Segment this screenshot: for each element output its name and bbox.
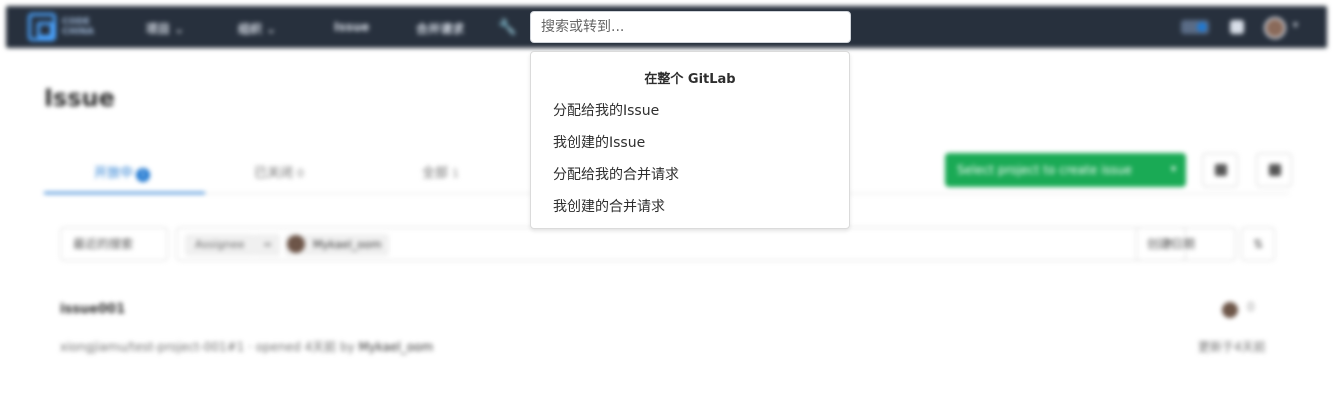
tab-closed-label: 已关闭 (254, 166, 294, 181)
filter-token-key[interactable]: Assignee (185, 234, 255, 256)
tab-open-count: 1 (136, 168, 151, 182)
tab-all[interactable]: 全部 1 (422, 162, 459, 181)
rss-icon (1215, 164, 1227, 176)
nav-issues[interactable]: Issue (334, 20, 369, 34)
menu-item-created-issues[interactable]: 我创建的Issue (553, 132, 645, 152)
tab-all-count: 1 (452, 167, 460, 180)
tab-closed-count: 0 (297, 167, 305, 180)
tab-open-label: 开放中 (94, 166, 134, 181)
dropdown-header: 在整个 GitLab (644, 72, 736, 87)
nav-projects[interactable]: 项目 ⌄ (146, 20, 184, 37)
filtered-search-input[interactable]: Assignee = Mykael_oom ✕ (176, 227, 1186, 261)
code-china-logo[interactable]: CODE CHINA (28, 13, 100, 41)
calendar-button[interactable] (1256, 153, 1292, 187)
calendar-icon (1269, 164, 1281, 176)
recent-searches-dropdown[interactable]: 最近的搜索 (60, 227, 168, 261)
logo-mark-icon (28, 13, 56, 41)
avatar[interactable] (1222, 302, 1238, 318)
sort-dropdown[interactable]: 创建日期 (1136, 227, 1236, 261)
search-dropdown: 在整个 GitLab 分配给我的Issue 我创建的Issue 分配给我的合并请… (530, 51, 850, 229)
tab-closed[interactable]: 已关闭 0 (254, 162, 304, 181)
todo-badge-icon[interactable] (1181, 20, 1209, 34)
menu-item-created-merge-requests[interactable]: 我创建的合并请求 (553, 196, 665, 216)
issue-reference: xiongjiamu/test-project-001#1 · opened 4… (60, 340, 355, 354)
tab-open[interactable]: 开放中 1 (94, 162, 151, 182)
rss-button[interactable] (1202, 153, 1238, 187)
chevron-down-icon[interactable]: ▾ (1293, 20, 1298, 31)
chevron-down-icon[interactable]: ▾ (1171, 153, 1176, 187)
page-title: Issue (44, 84, 115, 112)
avatar[interactable] (1264, 17, 1286, 39)
search-input[interactable] (530, 11, 851, 43)
issue-title-link[interactable]: issue001 (60, 302, 125, 317)
issue-updated-time: 更新于4天前 (1198, 340, 1266, 354)
tab-all-label: 全部 (422, 166, 449, 181)
issue-author-link[interactable]: Mykael_oom (359, 340, 434, 354)
create-issue-label: Select project to create issue (957, 163, 1132, 177)
menu-item-assigned-merge-requests[interactable]: 分配给我的合并请求 (553, 164, 679, 184)
wrench-icon[interactable]: 🔧 (498, 18, 517, 36)
create-issue-button[interactable]: Select project to create issue ▾ (945, 153, 1186, 187)
filter-token-operator[interactable]: = (255, 234, 281, 256)
avatar (287, 235, 305, 253)
comments-count: 0 (1247, 300, 1255, 314)
logo-text: CODE CHINA (62, 17, 94, 37)
nav-merge-requests[interactable]: 合并请求 (416, 20, 464, 37)
filter-bar: 最近的搜索 Assignee = Mykael_oom ✕ 创建日期 ⇅ (60, 227, 1277, 263)
issue-meta: xiongjiamu/test-project-001#1 · opened 4… (60, 338, 433, 355)
active-tab-indicator (44, 192, 205, 194)
nav-groups[interactable]: 组织 ⌄ (238, 20, 276, 37)
issues-icon[interactable] (1230, 20, 1244, 34)
menu-item-assigned-issues[interactable]: 分配给我的Issue (553, 100, 659, 120)
sort-direction-button[interactable]: ⇅ (1241, 227, 1275, 261)
